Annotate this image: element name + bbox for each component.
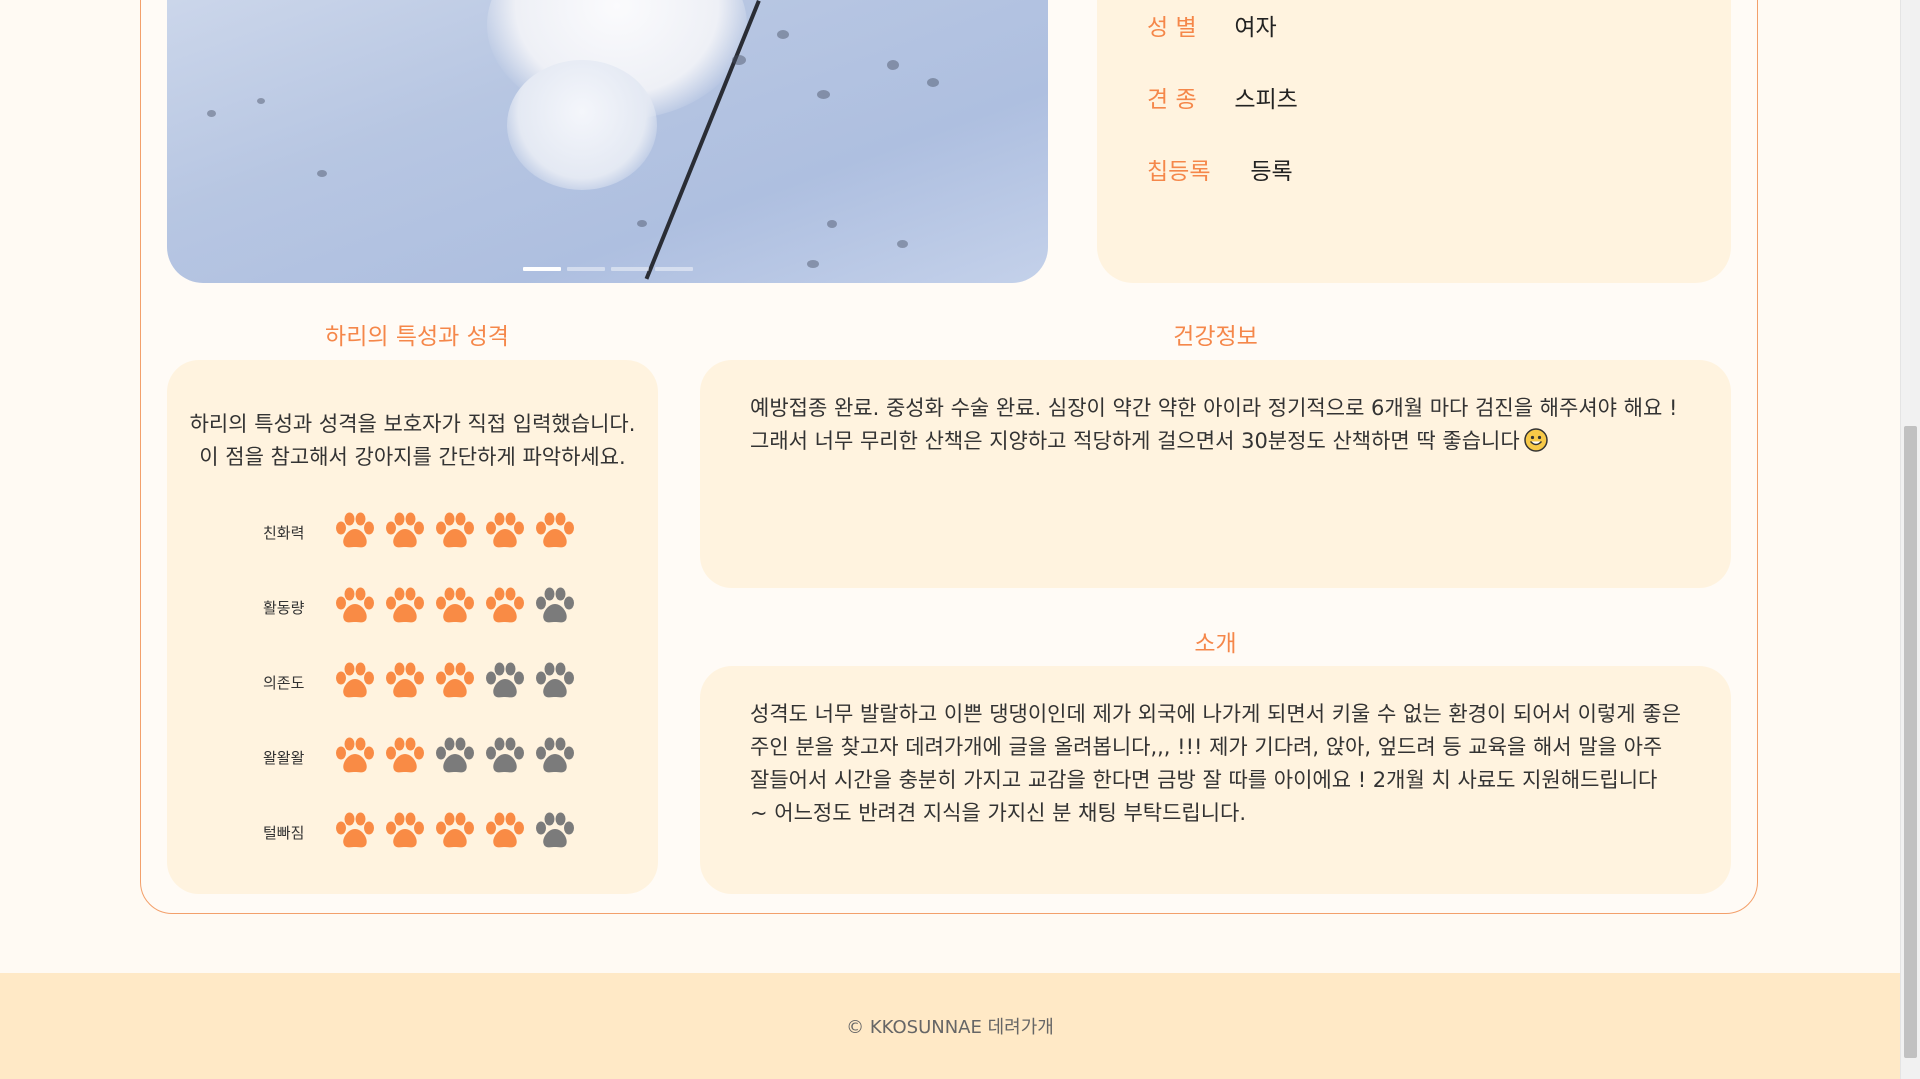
paw-empty-icon — [534, 737, 576, 777]
paw-filled-icon — [384, 587, 426, 627]
paw-filled-icon — [334, 737, 376, 777]
info-label: 견 종 — [1147, 87, 1197, 113]
carousel-indicator[interactable] — [522, 267, 561, 271]
traits-panel: 하리의 특성과 성격을 보호자가 직접 입력했습니다. 이 점을 참고해서 강아… — [167, 360, 658, 894]
health-title: 건강정보 — [1173, 324, 1258, 350]
carousel-indicator[interactable] — [566, 267, 605, 271]
info-row-gender: 성 별 여자 — [1147, 8, 1277, 42]
health-line: 예방접종 완료. 중성화 수술 완료. 심장이 약간 약한 아이라 정기적으로 … — [750, 396, 1678, 420]
paw-filled-icon — [334, 512, 376, 552]
paw-filled-icon — [334, 587, 376, 627]
paw-filled-icon — [434, 512, 476, 552]
paw-filled-icon — [384, 812, 426, 852]
paw-empty-icon — [484, 737, 526, 777]
paw-filled-icon — [484, 587, 526, 627]
trait-rating — [334, 587, 584, 627]
carousel-indicator[interactable] — [610, 267, 649, 271]
paw-filled-icon — [484, 512, 526, 552]
paw-empty-icon — [534, 587, 576, 627]
scrollbar-thumb[interactable] — [1904, 426, 1917, 1058]
paw-filled-icon — [384, 662, 426, 702]
intro-title: 소개 — [1194, 631, 1237, 657]
paw-empty-icon — [534, 812, 576, 852]
trait-row: 의존도 — [167, 662, 658, 702]
trait-rating — [334, 512, 584, 552]
health-text: 예방접종 완료. 중성화 수술 완료. 심장이 약간 약한 아이라 정기적으로 … — [750, 392, 1681, 458]
smiley-emoji-icon — [1523, 428, 1548, 452]
paw-filled-icon — [434, 812, 476, 852]
trait-row: 왈왈왈 — [167, 737, 658, 777]
trait-rating — [334, 737, 584, 777]
traits-title: 하리의 특성과 성격 — [325, 324, 509, 350]
traits-description-line: 이 점을 참고해서 강아지를 간단하게 파악하세요. — [199, 445, 626, 469]
trait-label: 활동량 — [263, 599, 305, 617]
paw-filled-icon — [434, 662, 476, 702]
trait-rating — [334, 812, 584, 852]
health-line-text: 그래서 너무 무리한 산책은 지양하고 적당하게 걸으면서 30분정도 산책하면… — [750, 429, 1520, 453]
info-row-breed: 견 종 스피츠 — [1147, 80, 1298, 114]
photo-carousel[interactable] — [167, 0, 1048, 283]
trait-label: 의존도 — [263, 674, 305, 692]
intro-text: 성격도 너무 발랄하고 이쁜 댕댕이인데 제가 외국에 나가게 되면서 키울 수… — [750, 702, 1681, 825]
info-row-chip: 칩등록 등록 — [1147, 152, 1293, 186]
paw-filled-icon — [384, 737, 426, 777]
paw-empty-icon — [534, 662, 576, 702]
info-label: 칩등록 — [1147, 159, 1211, 185]
trait-label: 친화력 — [263, 524, 305, 542]
info-value: 여자 — [1234, 15, 1277, 41]
info-value: 스피츠 — [1234, 87, 1298, 113]
pet-info-card: 성 별 여자 견 종 스피츠 칩등록 등록 — [1097, 0, 1731, 283]
trait-label: 털빠짐 — [263, 824, 305, 842]
trait-row: 친화력 — [167, 512, 658, 552]
carousel-indicator[interactable] — [654, 267, 693, 271]
footer: © KKOSUNNAE 데려가개 — [0, 973, 1900, 1079]
paw-empty-icon — [434, 737, 476, 777]
trait-row: 털빠짐 — [167, 812, 658, 852]
footer-copyright: © KKOSUNNAE 데려가개 — [846, 1017, 1054, 1038]
paw-filled-icon — [384, 512, 426, 552]
traits-description: 하리의 특성과 성격을 보호자가 직접 입력했습니다. 이 점을 참고해서 강아… — [167, 408, 658, 474]
trait-rating — [334, 662, 584, 702]
paw-filled-icon — [534, 512, 576, 552]
carousel-indicators — [167, 267, 1048, 271]
trait-label: 왈왈왈 — [263, 749, 305, 767]
paw-filled-icon — [484, 812, 526, 852]
paw-filled-icon — [334, 662, 376, 702]
info-value: 등록 — [1250, 159, 1293, 185]
page-scrollbar[interactable] — [1900, 0, 1920, 1079]
page-content: 성 별 여자 견 종 스피츠 칩등록 등록 하리의 특성과 성격 건강정보 하리… — [0, 0, 1900, 973]
paw-empty-icon — [484, 662, 526, 702]
trait-row: 활동량 — [167, 587, 658, 627]
intro-panel: 성격도 너무 발랄하고 이쁜 댕댕이인데 제가 외국에 나가게 되면서 키울 수… — [700, 666, 1731, 894]
paw-filled-icon — [334, 812, 376, 852]
health-panel: 예방접종 완료. 중성화 수술 완료. 심장이 약간 약한 아이라 정기적으로 … — [700, 360, 1731, 588]
health-line-2: 그래서 너무 무리한 산책은 지양하고 적당하게 걸으면서 30분정도 산책하면… — [750, 425, 1681, 458]
info-label: 성 별 — [1147, 15, 1197, 41]
paw-filled-icon — [434, 587, 476, 627]
dog-photo-legs — [507, 60, 657, 190]
traits-description-line: 하리의 특성과 성격을 보호자가 직접 입력했습니다. — [189, 412, 636, 436]
